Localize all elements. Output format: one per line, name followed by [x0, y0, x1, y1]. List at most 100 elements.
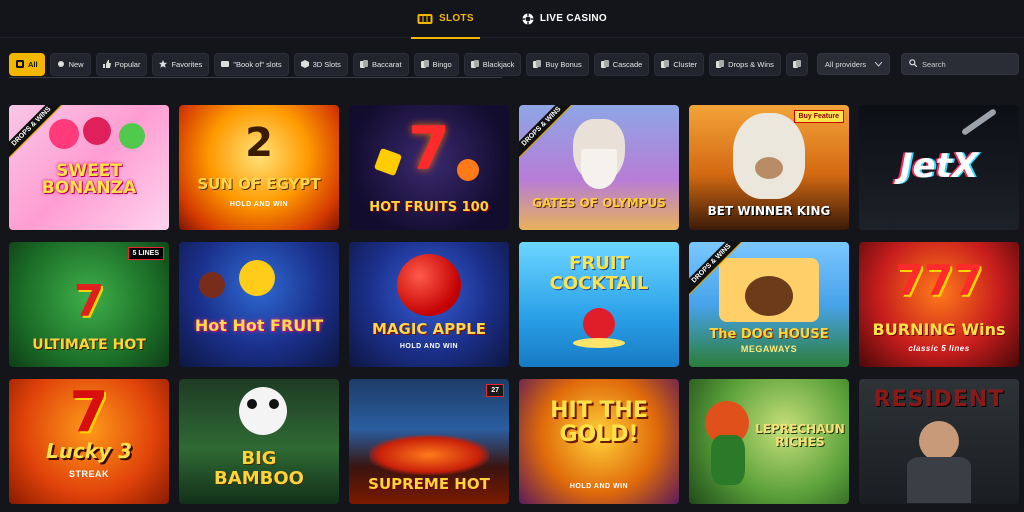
chevron-down-icon — [874, 60, 883, 69]
game-title: Hot Hot FRUIT — [194, 316, 324, 335]
game-card-dog-house-megaways[interactable]: The DOG HOUSE MEGAWAYS DROPS & WINS — [689, 242, 849, 367]
seven-symbol: 7 — [408, 114, 450, 184]
lines-badge: 5 LINES — [127, 247, 164, 260]
game-card-big-bamboo[interactable]: BIG BAMBOO — [179, 379, 339, 504]
game-card-burning-wins[interactable]: 777 BURNING Wins classic 5 lines — [859, 242, 1019, 367]
tab-slots-label: SLOTS — [438, 13, 474, 24]
search-placeholder: Search — [921, 59, 946, 69]
seven-symbol: 7 — [69, 380, 109, 445]
game-title: LEPRECHAUN RICHES — [755, 422, 845, 450]
game-title: BIG BAMBOO — [214, 448, 304, 489]
book-icon — [221, 60, 230, 68]
game-title: The DOG HOUSE — [709, 327, 829, 342]
game-card-hot-hot-fruit[interactable]: Hot Hot FRUIT — [179, 242, 339, 367]
filter-chip-book-of[interactable]: "Book of" slots — [214, 52, 289, 76]
filter-chip-cluster[interactable]: Cluster — [654, 52, 705, 76]
game-title: SUPREME HOT — [368, 475, 490, 493]
chip-label: Favorites — [171, 59, 203, 69]
providers-dropdown-value: All providers — [824, 59, 867, 69]
tab-live-casino-label: LIVE CASINO — [539, 13, 608, 24]
providers-dropdown[interactable]: All providers — [816, 53, 890, 75]
game-card-jetx[interactable]: JetX — [859, 105, 1019, 230]
chip-label: All — [28, 59, 38, 69]
game-subtitle: HOLD AND WIN — [399, 343, 459, 350]
filter-chip-all[interactable]: All — [9, 52, 45, 76]
game-subtitle: classic 5 lines — [908, 344, 970, 353]
filter-chip-bingo[interactable]: Bingo — [413, 52, 459, 76]
category-filter-bar: All New Popular Favorites "Book of" slot… — [9, 52, 1019, 76]
game-title: GATES OF OLYMPUS — [532, 196, 666, 210]
seven-symbol: 7 — [73, 276, 105, 327]
game-card-lucky-streak-3[interactable]: 7 Lucky 3 STREAK — [9, 379, 169, 504]
drops-wins-ribbon: DROPS & WINS — [519, 105, 579, 164]
cluster-icon — [661, 60, 670, 68]
game-title: HOT FRUITS 100 — [369, 200, 489, 215]
game-card-ultimate-hot[interactable]: 7 5 LINES ULTIMATE HOT — [9, 242, 169, 367]
game-subtitle: MEGAWAYS — [740, 344, 798, 354]
game-card-gates-of-olympus[interactable]: GATES OF OLYMPUS DROPS & WINS — [519, 105, 679, 230]
game-card-resident[interactable]: RESIDENT — [859, 379, 1019, 504]
tab-slots[interactable]: SLOTS — [410, 0, 480, 39]
game-title: RESIDENT — [873, 387, 1005, 412]
game-title: Lucky 3 — [45, 439, 133, 463]
game-card-hot-fruits-100[interactable]: 7 HOT FRUITS 100 — [349, 105, 509, 230]
wins-badge: 27 — [486, 384, 504, 397]
game-title: BURNING Wins — [872, 320, 1006, 339]
game-subtitle: HOLD AND WIN — [229, 201, 289, 208]
cards-icon — [470, 60, 479, 68]
buy-feature-badge: Buy Feature — [793, 110, 844, 123]
chip-label: Drops & Wins — [728, 59, 774, 69]
game-corner-number: 2 — [245, 120, 273, 166]
game-title: JetX — [899, 146, 979, 186]
chip-label: Popular — [114, 59, 141, 69]
casino-chip-icon — [521, 12, 534, 25]
filter-chip-cascade[interactable]: Cascade — [593, 52, 650, 76]
games-grid: SWEET BONANZA DROPS & WINS 2 SUN OF EGYP… — [9, 105, 1019, 504]
chip-label: Buy Bonus — [545, 59, 582, 69]
dot-icon — [57, 60, 65, 68]
game-title: HIT THE GOLD! — [550, 398, 648, 448]
filter-chip-buy-bonus[interactable]: Buy Bonus — [526, 52, 589, 76]
filter-scroll-divider — [9, 77, 502, 78]
game-card-magic-apple[interactable]: MAGIC APPLE HOLD AND WIN — [349, 242, 509, 367]
chip-label: Cascade — [612, 59, 643, 69]
filter-chip-favorites[interactable]: Favorites — [152, 52, 210, 76]
game-card-leprechaun-riches[interactable]: LEPRECHAUN RICHES — [689, 379, 849, 504]
filter-chip-3d-slots[interactable]: 3D Slots — [293, 52, 348, 76]
chip-label: Cluster — [673, 59, 698, 69]
game-title: ULTIMATE HOT — [32, 337, 146, 353]
filter-chip-new[interactable]: New — [49, 52, 91, 76]
filter-chip-drops-wins[interactable]: Drops & Wins — [709, 52, 781, 76]
game-card-sweet-bonanza[interactable]: SWEET BONANZA DROPS & WINS — [9, 105, 169, 230]
game-card-fruit-cocktail[interactable]: FRUIT COCKTAIL — [519, 242, 679, 367]
filter-chip-baccarat[interactable]: Baccarat — [352, 52, 409, 76]
search-icon — [909, 59, 918, 69]
triple-seven-symbol: 777 — [895, 256, 983, 305]
search-input[interactable]: Search — [900, 53, 1019, 75]
bingo-icon — [420, 60, 429, 68]
game-card-bet-winner-king[interactable]: Buy Feature BET WINNER KING — [689, 105, 849, 230]
slot-machine-icon — [417, 13, 433, 25]
chip-label: New — [68, 59, 84, 69]
top-nav: SLOTS LIVE CASINO — [0, 0, 1024, 39]
tab-live-casino[interactable]: LIVE CASINO — [521, 0, 608, 38]
drop-icon — [716, 60, 725, 68]
filter-chip-more[interactable] — [785, 52, 808, 76]
cards-icon — [359, 60, 368, 68]
game-subtitle: HOLD AND WIN — [569, 483, 629, 490]
filter-chip-popular[interactable]: Popular — [95, 52, 148, 76]
game-card-sun-of-egypt[interactable]: 2 SUN OF EGYPT HOLD AND WIN — [179, 105, 339, 230]
filter-chip-blackjack[interactable]: Blackjack — [463, 52, 522, 76]
more-icon — [792, 60, 801, 68]
chip-label: Bingo — [432, 59, 452, 69]
cube-icon — [300, 60, 309, 68]
game-card-supreme-hot[interactable]: 27 SUPREME HOT — [349, 379, 509, 504]
grid-icon — [16, 60, 24, 68]
game-card-hit-the-gold[interactable]: HIT THE GOLD! HOLD AND WIN — [519, 379, 679, 504]
chip-label: Blackjack — [482, 59, 515, 69]
game-title: SUN OF EGYPT — [197, 175, 321, 193]
thumbs-up-icon — [102, 60, 111, 68]
game-title: SWEET BONANZA — [41, 161, 137, 198]
chip-label: "Book of" slots — [233, 59, 282, 69]
cascade-icon — [600, 60, 609, 68]
